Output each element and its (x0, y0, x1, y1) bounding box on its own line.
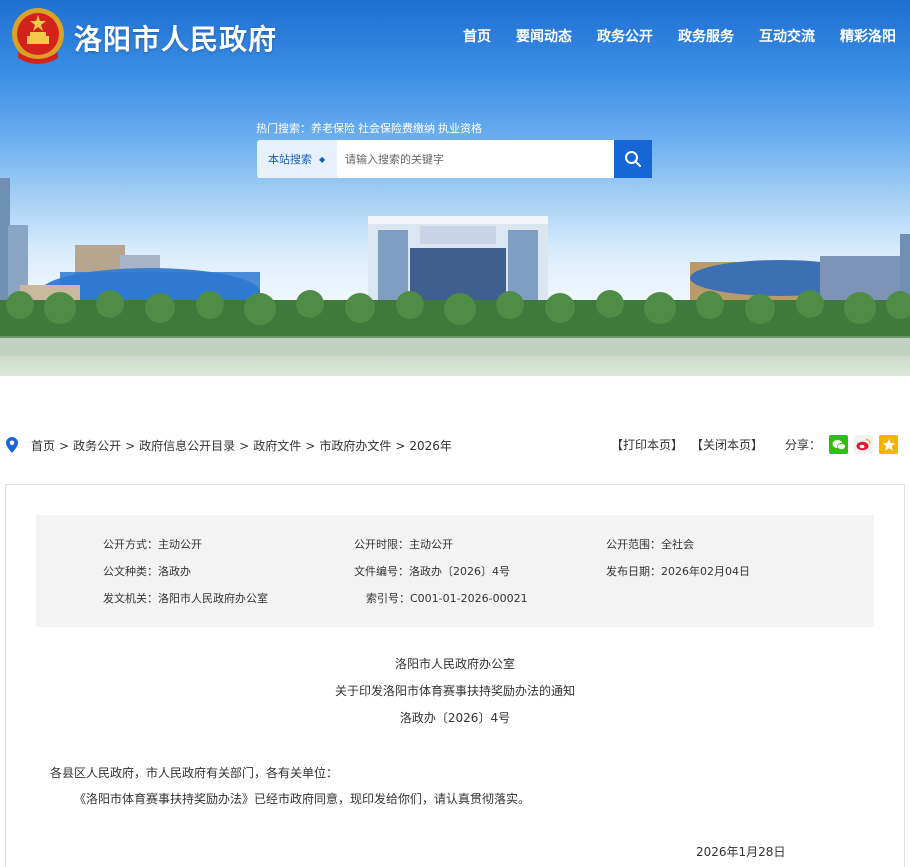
search-icon (625, 151, 641, 167)
nav-gov-services[interactable]: 政务服务 (678, 26, 734, 46)
search-box: 本站搜索 ◆ (257, 140, 652, 178)
weibo-share-button[interactable] (854, 435, 873, 454)
page-tools: 【打印本页】 【关闭本页】 分享： (611, 435, 898, 454)
print-page-link[interactable]: 【打印本页】 (611, 436, 683, 453)
hot-search-label: 热门搜索： (256, 122, 311, 135)
meta-publish-scope: 公开范围：全社会 (606, 538, 694, 551)
hot-search-item[interactable]: 社会保险费缴纳 (358, 122, 435, 135)
nav-home[interactable]: 首页 (463, 26, 491, 46)
meta-issuing-agency: 发文机关：洛阳市人民政府办公室 (103, 592, 268, 605)
breadcrumb-home[interactable]: 首页 (31, 439, 55, 453)
breadcrumb-catalog[interactable]: 政府信息公开目录 (139, 439, 235, 453)
meta-doc-type: 公文种类：洛政办 (103, 565, 191, 578)
meta-publish-method: 公开方式：主动公开 (103, 538, 202, 551)
city-skyline-image (0, 178, 910, 420)
breadcrumb-separator: > (395, 439, 406, 453)
breadcrumb-separator: > (305, 439, 316, 453)
search-input[interactable] (337, 140, 614, 178)
breadcrumb: 首页 > 政务公开 > 政府信息公开目录 > 政府文件 > 市政府办文件 >2026年 (31, 437, 452, 454)
close-page-link[interactable]: 【关闭本页】 (691, 436, 763, 453)
weibo-icon (856, 438, 871, 451)
document-salutation: 各县区人民政府，市人民政府有关部门，各有关单位： (50, 766, 339, 780)
wechat-share-button[interactable] (829, 435, 848, 454)
sort-arrows-icon: ◆ (319, 154, 326, 164)
wechat-icon (832, 439, 846, 450)
main-nav: 首页 要闻动态 政务公开 政务服务 互动交流 精彩洛阳 (438, 26, 896, 46)
star-icon (882, 438, 895, 450)
nav-interaction[interactable]: 互动交流 (759, 26, 815, 46)
breadcrumb-gov-files[interactable]: 政府文件 (253, 439, 301, 453)
site-name[interactable]: 洛阳市人民政府 (74, 18, 277, 58)
meta-doc-number: 文件编号：洛政办〔2026〕4号 (354, 565, 510, 578)
document-body-paragraph: 《洛阳市体育赛事扶持奖励办法》已经市政府同意，现印发给你们，请认真贯彻落实。 (74, 792, 531, 806)
document-date: 2026年1月28日 (696, 845, 786, 859)
favorite-share-button[interactable] (879, 435, 898, 454)
document-meta-table: 公开方式：主动公开 公开时限：主动公开 公开范围：全社会 公文种类：洛政办 文件… (36, 515, 874, 627)
document-title: 关于印发洛阳市体育赛事扶持奖励办法的通知 (334, 684, 575, 698)
document-issuer: 洛阳市人民政府办公室 (394, 657, 515, 671)
search-scope-select[interactable]: 本站搜索 ◆ (257, 140, 337, 178)
breadcrumb-office-files[interactable]: 市政府办文件 (319, 439, 391, 453)
document-number: 洛政办〔2026〕4号 (399, 711, 511, 725)
hot-search: 热门搜索：养老保险 社会保险费缴纳 执业资格 (256, 120, 485, 136)
hot-search-item[interactable]: 养老保险 (311, 122, 355, 135)
location-pin-icon (6, 437, 18, 453)
meta-publish-time-limit: 公开时限：主动公开 (354, 538, 453, 551)
breadcrumb-bar: 首页 > 政务公开 > 政府信息公开目录 > 政府文件 > 市政府办文件 >2026年 【打印本页… (0, 432, 910, 458)
nav-news[interactable]: 要闻动态 (516, 26, 572, 46)
breadcrumb-year[interactable]: 2026年 (409, 439, 452, 453)
nav-gov-affairs[interactable]: 政务公开 (597, 26, 653, 46)
search-scope-label: 本站搜索 (268, 153, 312, 166)
share-label: 分享： (784, 438, 821, 452)
breadcrumb-gov-affairs[interactable]: 政务公开 (73, 439, 121, 453)
meta-index-number: 索引号：C001-01-2026-00021 (366, 592, 528, 605)
nav-luoyang[interactable]: 精彩洛阳 (840, 26, 896, 46)
meta-publish-date: 发布日期：2026年02月04日 (606, 565, 750, 578)
hot-search-item[interactable]: 执业资格 (438, 122, 482, 135)
search-button[interactable] (614, 140, 652, 178)
breadcrumb-separator: > (59, 439, 70, 453)
national-emblem-logo (12, 8, 64, 64)
breadcrumb-separator: > (239, 439, 250, 453)
header-banner: 洛阳市人民政府 首页 要闻动态 政务公开 政务服务 互动交流 精彩洛阳 热门搜索… (0, 0, 910, 420)
breadcrumb-separator: > (125, 439, 136, 453)
